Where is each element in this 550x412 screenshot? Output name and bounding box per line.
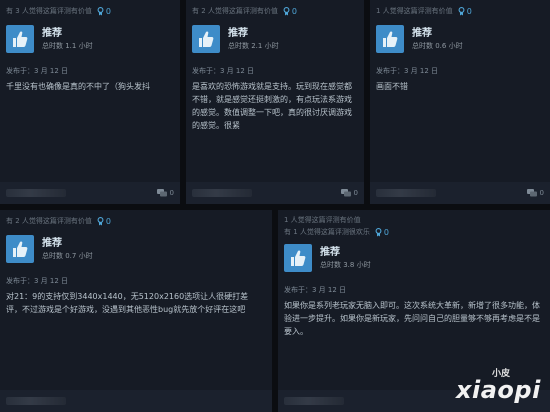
award-icon — [375, 227, 382, 236]
comment-count: 0 — [169, 189, 174, 197]
thumbs-up-icon — [6, 25, 34, 53]
review-footer: 0 — [0, 182, 180, 204]
recommend-label: 推荐 — [320, 246, 340, 258]
recommendation: 推荐 总时数 2.1 小时 — [192, 22, 364, 56]
review-footer: 0 — [370, 182, 550, 204]
award-count: 0 — [466, 6, 472, 16]
blurred-author — [376, 189, 436, 197]
posted-date: 发布于：3 月 12 日 — [284, 286, 347, 294]
playtime: 总时数 0.7 小时 — [42, 251, 93, 260]
recommend-label: 推荐 — [42, 27, 62, 39]
blurred-author — [284, 397, 344, 405]
recommend-label: 推荐 — [228, 27, 248, 39]
award-button[interactable]: 0 — [283, 7, 297, 16]
comment-icon — [156, 189, 167, 197]
award-count: 0 — [105, 6, 111, 16]
review-footer — [0, 390, 272, 412]
playtime: 总时数 0.6 小时 — [412, 41, 463, 50]
review-text: 如果你是系列老玩家无脑入即可。这次系统大革新，新增了很多功能，体验进一步提升。如… — [284, 301, 540, 336]
comment-count: 0 — [539, 189, 544, 197]
review-footer: 0 — [186, 182, 364, 204]
review-card-2: 有 2 人觉得这篇评测有价值 0 推荐 总时数 2.1 小时 发布于：3 月 1… — [186, 0, 364, 204]
award-icon — [458, 6, 465, 15]
blurred-author — [192, 189, 252, 197]
review-text: 对21：9的支持仅到3440x1440，无5120x2160选项让人很硬打差评，… — [6, 292, 249, 314]
award-icon — [97, 6, 104, 15]
recommendation: 推荐 总时数 0.6 小时 — [376, 22, 550, 56]
award-count: 0 — [383, 227, 389, 237]
helpful-count: 1 人觉得这篇评测有价值 — [284, 216, 361, 224]
comment-count: 0 — [353, 189, 358, 197]
review-text: 画面不错 — [376, 82, 408, 91]
thumbs-up-icon — [376, 25, 404, 53]
recommendation: 推荐 总时数 1.1 小时 — [6, 22, 180, 56]
review-header: 1 人觉得这篇评测有价值 有 1 人觉得这篇评测很欢乐 0 — [278, 210, 550, 237]
recommend-label: 推荐 — [412, 27, 432, 39]
playtime: 总时数 2.1 小时 — [228, 41, 279, 50]
comment-button[interactable]: 0 — [526, 189, 544, 197]
posted-date: 发布于：3 月 12 日 — [376, 67, 439, 75]
funny-count: 有 1 人觉得这篇评测很欢乐 — [284, 228, 370, 236]
review-card-1: 有 3 人觉得这篇评测有价值 0 推荐 总时数 1.1 小时 发布于：3 月 1… — [0, 0, 180, 204]
recommend-label: 推荐 — [42, 237, 62, 249]
playtime: 总时数 3.8 小时 — [320, 260, 371, 269]
thumbs-up-icon — [192, 25, 220, 53]
helpful-count: 有 2 人觉得这篇评测有价值 — [192, 7, 278, 15]
review-card-3: 1 人觉得这篇评测有价值 0 推荐 总时数 0.6 小时 发布于：3 月 12 … — [370, 0, 550, 204]
watermark-big-text: xiaopi — [456, 376, 541, 404]
playtime: 总时数 1.1 小时 — [42, 41, 93, 50]
comment-button[interactable]: 0 — [340, 189, 358, 197]
comment-icon — [526, 189, 537, 197]
blurred-author — [6, 397, 66, 405]
comment-button[interactable]: 0 — [156, 189, 174, 197]
review-text: 是喜欢的恐怖游戏就是支持。玩到现在感觉都不错，就是感觉还挺刺激的，有点玩法系游戏… — [192, 82, 352, 130]
xiaopi-watermark-logo: 小皮 xiaopi — [454, 366, 544, 408]
helpful-count: 1 人觉得这篇评测有价值 — [376, 7, 453, 15]
award-button[interactable]: 0 — [97, 7, 111, 16]
helpful-count: 有 3 人觉得这篇评测有价值 — [6, 7, 92, 15]
recommendation: 推荐 总时数 3.8 小时 — [284, 241, 550, 275]
award-icon — [97, 216, 104, 225]
posted-date: 发布于：3 月 12 日 — [192, 67, 255, 75]
review-text: 千里没有也确像是真的不中了（狗头发抖 — [6, 82, 150, 91]
award-count: 0 — [105, 216, 111, 226]
helpful-count: 有 2 人觉得这篇评测有价值 — [6, 217, 92, 225]
posted-date: 发布于：3 月 12 日 — [6, 277, 69, 285]
award-button[interactable]: 0 — [458, 7, 472, 16]
posted-date: 发布于：3 月 12 日 — [6, 67, 69, 75]
review-header: 有 3 人觉得这篇评测有价值 0 — [0, 0, 180, 22]
award-icon — [283, 6, 290, 15]
review-card-4: 有 2 人觉得这篇评测有价值 0 推荐 总时数 0.7 小时 发布于：3 月 1… — [0, 210, 272, 412]
review-header: 有 2 人觉得这篇评测有价值 0 — [0, 210, 272, 232]
recommendation: 推荐 总时数 0.7 小时 — [6, 232, 272, 266]
blurred-author — [6, 189, 66, 197]
review-header: 有 2 人觉得这篇评测有价值 0 — [186, 0, 364, 22]
award-button[interactable]: 0 — [97, 217, 111, 226]
comment-icon — [340, 189, 351, 197]
award-button[interactable]: 0 — [375, 228, 389, 237]
thumbs-up-icon — [6, 235, 34, 263]
thumbs-up-icon — [284, 244, 312, 272]
award-count: 0 — [291, 6, 297, 16]
review-header: 1 人觉得这篇评测有价值 0 — [370, 0, 550, 22]
